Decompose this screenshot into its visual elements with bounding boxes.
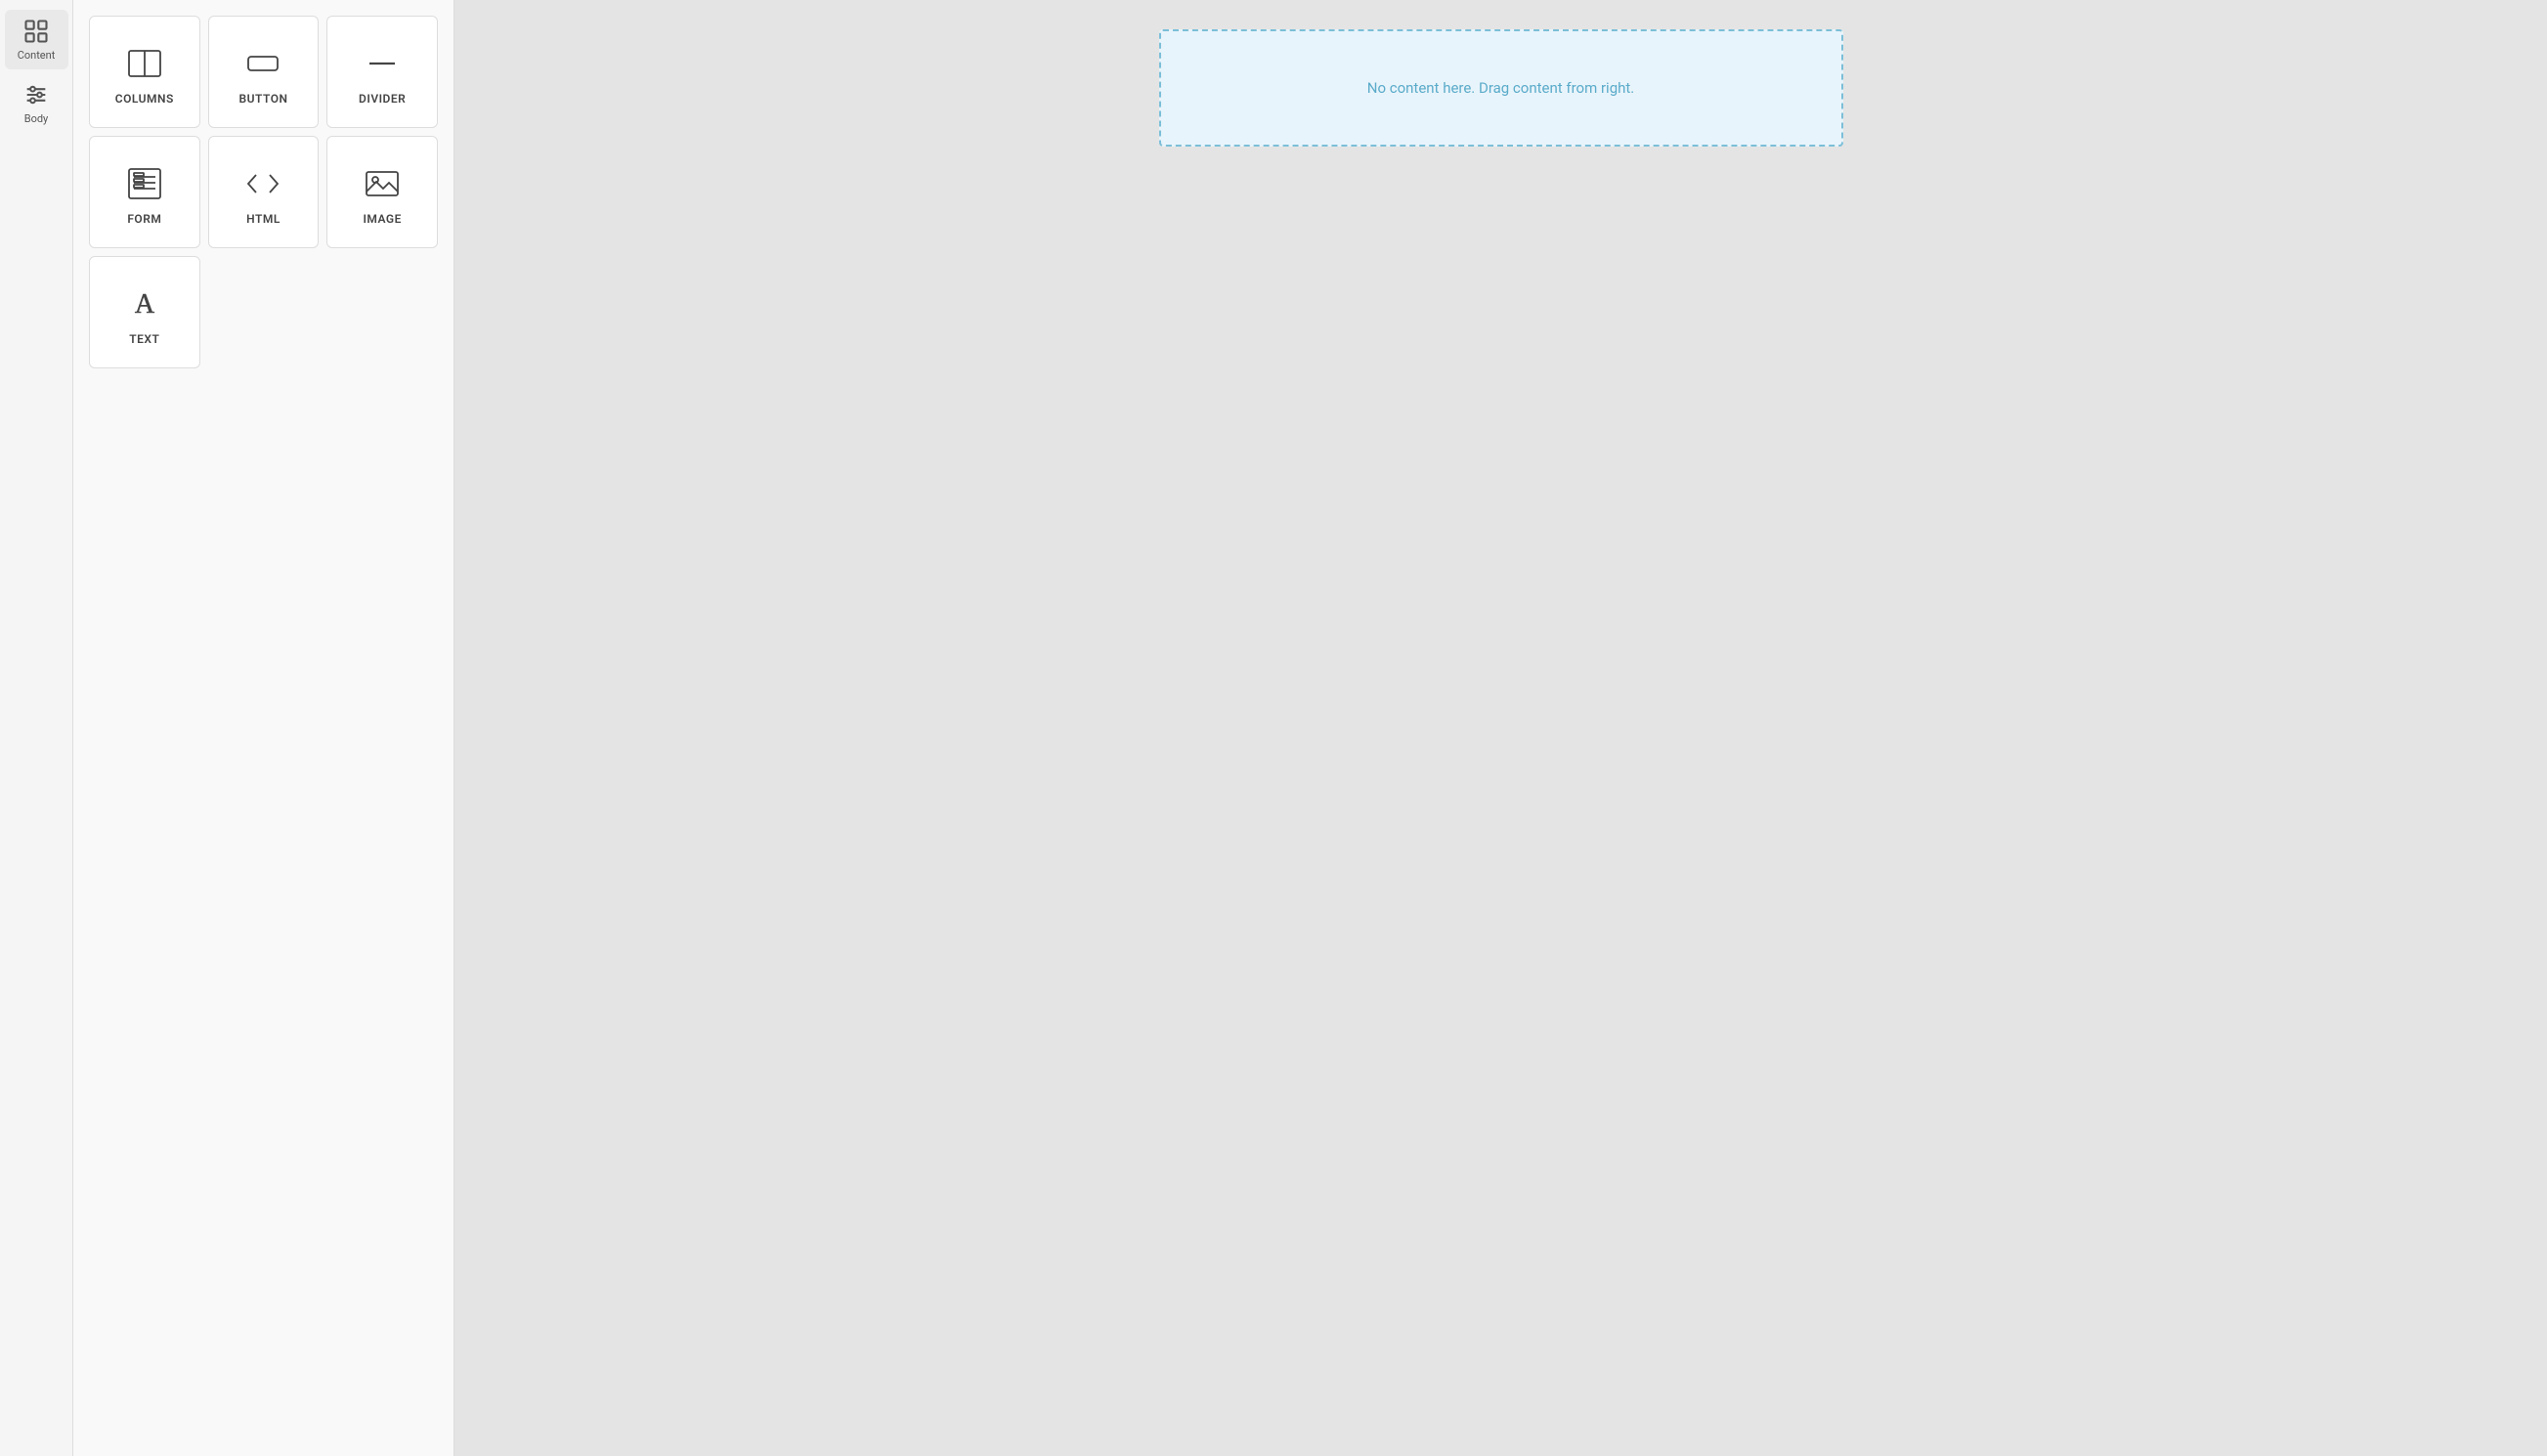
widget-label-image: IMAGE [363, 212, 401, 226]
widget-tile-image[interactable]: IMAGE [326, 136, 438, 248]
sidebar-item-body[interactable]: Body [5, 73, 68, 133]
drop-zone[interactable]: No content here. Drag content from right… [1159, 29, 1843, 147]
sidebar-item-content[interactable]: Content [5, 10, 68, 69]
widget-label-columns: COLUMNS [115, 92, 174, 106]
svg-text:A: A [135, 289, 155, 320]
form-tile-icon [126, 165, 163, 202]
canvas-area: No content here. Drag content from right… [454, 0, 2547, 1456]
drop-zone-text: No content here. Drag content from right… [1367, 79, 1635, 97]
sidebar: Content Body [0, 0, 73, 1456]
widget-label-button: BUTTON [239, 92, 288, 106]
button-tile-icon [244, 45, 281, 82]
widget-label-html: HTML [246, 212, 281, 226]
widget-tile-text[interactable]: A TEXT [89, 256, 200, 368]
sidebar-item-content-label: Content [18, 49, 56, 62]
html-tile-icon [244, 165, 281, 202]
text-tile-icon: A [126, 285, 163, 322]
widget-tile-divider[interactable]: DIVIDER [326, 16, 438, 128]
content-panel: COLUMNS BUTTON DIVIDER [73, 0, 454, 1456]
widget-tile-columns[interactable]: COLUMNS [89, 16, 200, 128]
divider-tile-icon [364, 45, 401, 82]
body-icon [22, 81, 50, 108]
widget-tile-button[interactable]: BUTTON [208, 16, 320, 128]
widget-tile-form[interactable]: FORM [89, 136, 200, 248]
widget-grid: COLUMNS BUTTON DIVIDER [89, 16, 438, 368]
widget-label-divider: DIVIDER [359, 92, 406, 106]
widget-label-text: TEXT [129, 332, 159, 346]
image-tile-icon [364, 165, 401, 202]
sidebar-item-body-label: Body [24, 112, 49, 125]
widget-label-form: FORM [127, 212, 161, 226]
widget-tile-html[interactable]: HTML [208, 136, 320, 248]
content-icon [22, 18, 50, 45]
columns-tile-icon [126, 45, 163, 82]
